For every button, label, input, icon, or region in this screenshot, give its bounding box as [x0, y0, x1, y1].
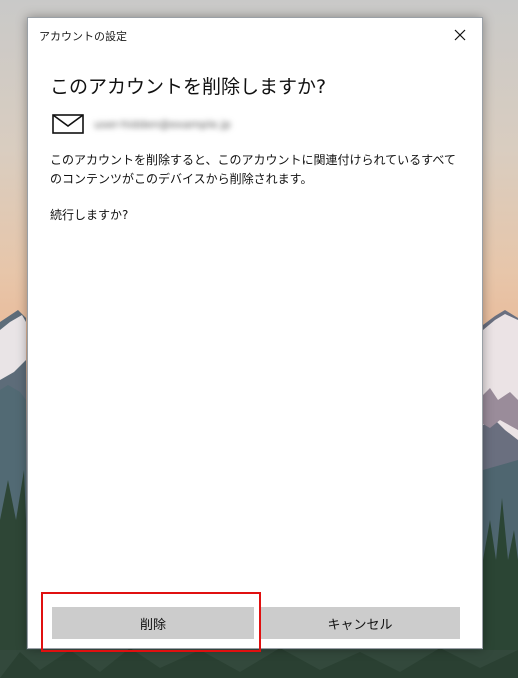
- window-title: アカウントの設定: [39, 30, 127, 43]
- account-email: user-hidden@example.jp: [94, 117, 231, 131]
- dialog-heading: このアカウントを削除しますか?: [50, 76, 327, 98]
- confirm-prompt: 続行しますか?: [50, 208, 129, 222]
- mail-icon: [52, 114, 84, 134]
- dialog-description: このアカウントを削除すると、このアカウントに関連付けられているすべてのコンテンツ…: [50, 153, 456, 186]
- account-settings-dialog: アカウントの設定 このアカウントを削除しますか? user-hidden@exa…: [27, 17, 483, 649]
- close-button[interactable]: [438, 18, 482, 52]
- close-icon: [454, 29, 466, 41]
- title-bar: アカウントの設定: [28, 18, 482, 52]
- cancel-button[interactable]: キャンセル: [260, 607, 460, 639]
- delete-button[interactable]: 削除: [52, 607, 254, 639]
- account-row: user-hidden@example.jp: [52, 112, 231, 136]
